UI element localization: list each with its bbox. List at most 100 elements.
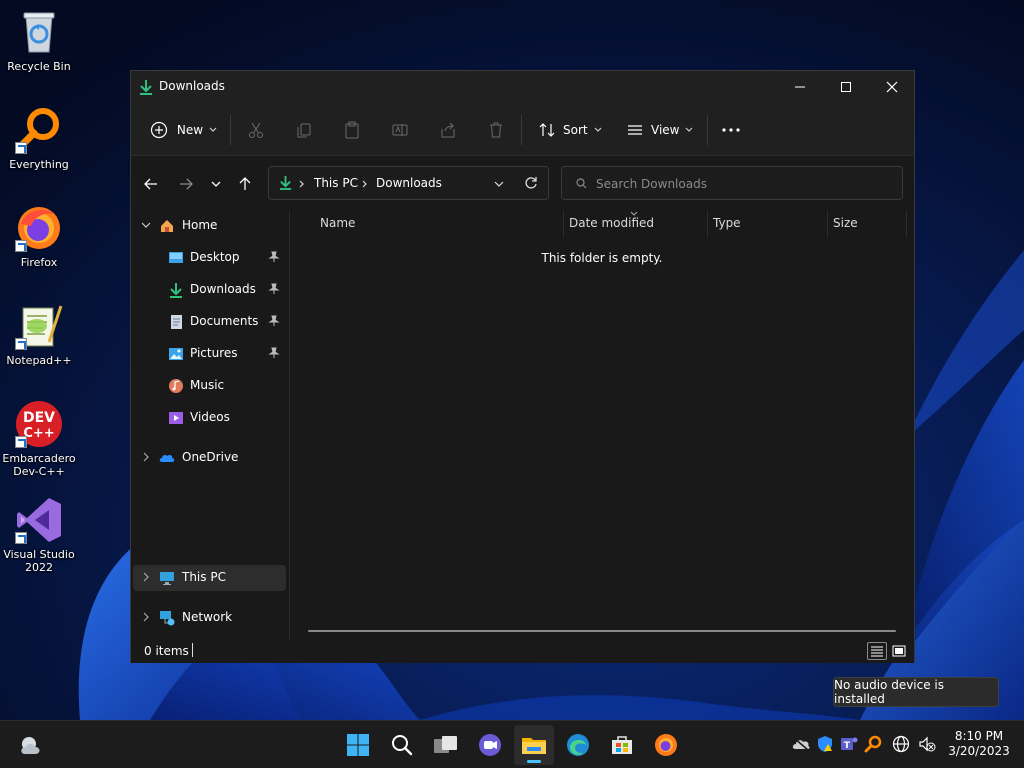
nav-item-downloads[interactable]: Downloads — [133, 277, 286, 303]
search-input[interactable] — [596, 175, 886, 193]
pictures-icon — [169, 348, 183, 360]
teams-chat-icon — [479, 734, 501, 756]
nav-label-pictures: Pictures — [190, 346, 238, 360]
close-icon — [886, 81, 898, 93]
breadcrumb-this-pc[interactable]: This PC — [314, 176, 358, 190]
desktop-icon-notepad-plus-plus[interactable]: Notepad++ — [2, 302, 76, 367]
new-label: New — [176, 123, 204, 137]
weather-cloud-icon — [21, 737, 40, 754]
nav-item-network[interactable]: Network — [133, 605, 286, 631]
refresh-icon[interactable] — [524, 176, 538, 190]
delete-button[interactable] — [486, 115, 506, 145]
minimize-button[interactable] — [777, 71, 823, 103]
horizontal-scrollbar[interactable] — [308, 630, 896, 632]
store-button[interactable] — [602, 725, 642, 765]
address-dropdown-icon[interactable] — [494, 181, 504, 187]
nav-item-desktop[interactable]: Desktop — [133, 245, 286, 271]
navigation-pane: Home Desktop Downloads Documents Picture… — [131, 211, 289, 639]
start-button[interactable] — [338, 725, 378, 765]
new-button[interactable]: New — [149, 115, 217, 145]
nav-item-pictures[interactable]: Pictures — [133, 341, 286, 367]
view-button[interactable]: View — [625, 115, 697, 145]
sort-button[interactable]: Sort — [537, 115, 607, 145]
nav-item-this-pc[interactable]: This PC — [133, 565, 286, 591]
toolbar-divider — [521, 115, 522, 145]
details-view-icon — [871, 646, 883, 657]
back-button[interactable] — [137, 172, 165, 196]
search-taskbar-button[interactable] — [382, 725, 422, 765]
edge-icon — [567, 734, 589, 756]
column-header-date-modified[interactable]: Date modified — [569, 216, 654, 230]
task-view-button[interactable] — [426, 725, 466, 765]
svg-text:DEV: DEV — [23, 410, 55, 426]
firefox-taskbar-button[interactable] — [646, 725, 686, 765]
title-bar[interactable]: Downloads — [131, 71, 914, 103]
desktop-icon-recycle-bin[interactable]: Recycle Bin — [2, 8, 76, 73]
chevron-right-icon — [139, 610, 153, 624]
address-bar[interactable]: This PC Downloads — [268, 166, 549, 200]
column-divider[interactable] — [707, 211, 708, 237]
network-tray-icon[interactable] — [892, 735, 910, 753]
tiles-view-button[interactable] — [889, 642, 909, 660]
forward-button[interactable] — [172, 172, 200, 196]
teams-icon: T — [841, 737, 858, 751]
rename-button[interactable] — [390, 115, 410, 145]
copy-button[interactable] — [294, 115, 314, 145]
search-box[interactable] — [561, 166, 903, 200]
file-explorer-taskbar-button[interactable] — [514, 725, 554, 765]
edge-button[interactable] — [558, 725, 598, 765]
share-button[interactable] — [438, 115, 458, 145]
active-indicator — [527, 760, 541, 763]
file-explorer-window: Downloads New Sort View This PC Download… — [130, 70, 915, 663]
nav-item-music[interactable]: Music — [133, 373, 286, 399]
cut-button[interactable] — [246, 115, 266, 145]
svg-text:C++: C++ — [23, 426, 54, 441]
maximize-button[interactable] — [823, 71, 869, 103]
desktop-icon-visual-studio[interactable]: Visual Studio 2022 — [2, 496, 76, 574]
recent-locations-button[interactable] — [202, 172, 230, 196]
details-view-button[interactable] — [867, 642, 887, 660]
visual-studio-icon — [15, 496, 63, 544]
column-divider[interactable] — [906, 211, 907, 237]
shortcut-arrow-icon — [15, 436, 27, 448]
nav-label-documents: Documents — [190, 314, 259, 328]
chevron-down-icon — [139, 218, 153, 232]
security-tray-icon[interactable] — [816, 735, 834, 753]
column-header-size[interactable]: Size — [833, 216, 858, 230]
nav-item-videos[interactable]: Videos — [133, 405, 286, 431]
widgets-button[interactable] — [12, 725, 52, 765]
clipboard-icon — [342, 120, 362, 140]
chevron-down-icon — [686, 127, 693, 132]
chat-button[interactable] — [470, 725, 510, 765]
column-header-type[interactable]: Type — [713, 216, 741, 230]
file-list[interactable]: Name Date modified Type Size This folder… — [290, 211, 914, 639]
view-label: View — [651, 123, 680, 137]
column-divider[interactable] — [827, 211, 828, 237]
plus-circle-icon — [149, 120, 169, 140]
nav-item-documents[interactable]: Documents — [133, 309, 286, 335]
search-icon — [392, 735, 413, 756]
onedrive-cloud-icon — [159, 454, 175, 462]
see-more-button[interactable] — [721, 115, 741, 145]
nav-item-home[interactable]: Home — [133, 213, 286, 239]
paste-button[interactable] — [342, 115, 362, 145]
teams-tray-icon[interactable]: T — [840, 735, 858, 753]
volume-tray-icon[interactable] — [918, 735, 936, 753]
chevron-right-icon — [299, 180, 304, 188]
system-clock[interactable]: 8:10 PM 3/20/2023 — [946, 729, 1012, 759]
desktop-icon-everything[interactable]: Everything — [2, 106, 76, 171]
nav-item-onedrive[interactable]: OneDrive — [133, 445, 286, 471]
desktop-icon-firefox[interactable]: Firefox — [2, 204, 76, 269]
everything-search-icon — [15, 106, 63, 154]
column-divider[interactable] — [563, 211, 564, 237]
toolbar-divider — [230, 115, 231, 145]
column-header-name[interactable]: Name — [320, 216, 355, 230]
everything-tray-icon[interactable] — [864, 735, 882, 753]
onedrive-tray-icon[interactable] — [792, 735, 810, 753]
close-button[interactable] — [869, 71, 915, 103]
desktop-icon-dev-cpp[interactable]: DEV C++ Embarcadero Dev-C++ — [2, 400, 76, 478]
share-icon — [438, 120, 458, 140]
up-button[interactable] — [231, 172, 259, 196]
breadcrumb-downloads[interactable]: Downloads — [376, 176, 442, 190]
scissors-icon — [246, 120, 266, 140]
